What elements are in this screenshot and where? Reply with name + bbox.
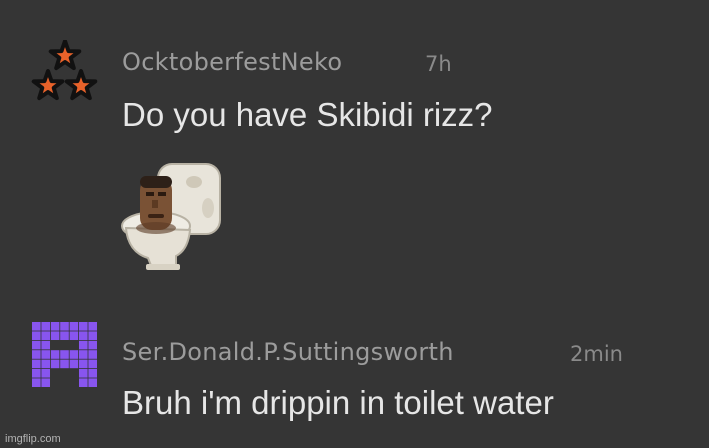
pixel-cell — [32, 350, 41, 359]
pixel-cell — [41, 359, 50, 369]
pixel-cell — [60, 359, 69, 369]
star-shape — [31, 69, 65, 101]
pixel-cell — [79, 350, 88, 359]
comment-text: Do you have Skibidi rizz? — [122, 96, 493, 133]
purple-pixel-h-icon[interactable] — [32, 322, 98, 388]
pixel-cell — [41, 369, 50, 378]
pixel-cell — [88, 350, 97, 359]
pixel-cell — [41, 350, 50, 359]
pixel-cell — [32, 378, 41, 387]
username[interactable]: Ser.Donald.P.Suttingsworth — [122, 338, 454, 366]
pixel-cell — [41, 378, 50, 387]
pixel-cell — [69, 331, 79, 340]
username[interactable]: OcktoberfestNeko — [122, 48, 342, 76]
comment-text: Bruh i'm drippin in toilet water — [122, 384, 554, 421]
pixel-cell — [79, 369, 88, 378]
pixel-cell — [32, 369, 41, 378]
pixel-cell — [88, 331, 97, 340]
three-orange-stars-icon[interactable] — [30, 39, 100, 102]
pixel-cell — [79, 322, 88, 331]
pixel-cell — [88, 359, 97, 369]
pixel-cell — [32, 322, 41, 331]
pixel-cell — [60, 331, 69, 340]
pixel-cell — [41, 322, 50, 331]
pixel-cell — [79, 331, 88, 340]
pixel-cell — [69, 359, 79, 369]
timestamp: 2min — [570, 342, 623, 366]
star-shape — [48, 39, 82, 71]
comment-2: Ser.Donald.P.Suttingsworth 2min Bruh i'm… — [0, 300, 709, 448]
comment-1: OcktoberfestNeko 7h Do you have Skibidi … — [0, 0, 709, 300]
pixel-cell — [41, 331, 50, 340]
pixel-cell — [32, 340, 41, 350]
pixel-cell — [79, 359, 88, 369]
pixel-cell — [60, 350, 69, 359]
pixel-cell — [88, 378, 97, 387]
star-shape — [64, 69, 98, 101]
pixel-cell — [60, 322, 69, 331]
timestamp: 7h — [425, 52, 452, 76]
skibidi-toilet-icon — [118, 160, 230, 272]
pixel-cell — [41, 340, 50, 350]
pixel-cell — [88, 322, 97, 331]
pixel-cell — [69, 322, 79, 331]
pixel-cell — [32, 359, 41, 369]
watermark: imgflip.com — [5, 433, 61, 445]
pixel-cell — [50, 331, 60, 340]
pixel-cell — [79, 340, 88, 350]
pixel-cell — [69, 350, 79, 359]
pixel-cell — [88, 340, 97, 350]
pixel-cell — [50, 350, 60, 359]
pixel-cell — [50, 322, 60, 331]
pixel-cell — [50, 359, 60, 369]
pixel-cell — [79, 378, 88, 387]
pixel-cell — [32, 331, 41, 340]
pixel-cell — [88, 369, 97, 378]
